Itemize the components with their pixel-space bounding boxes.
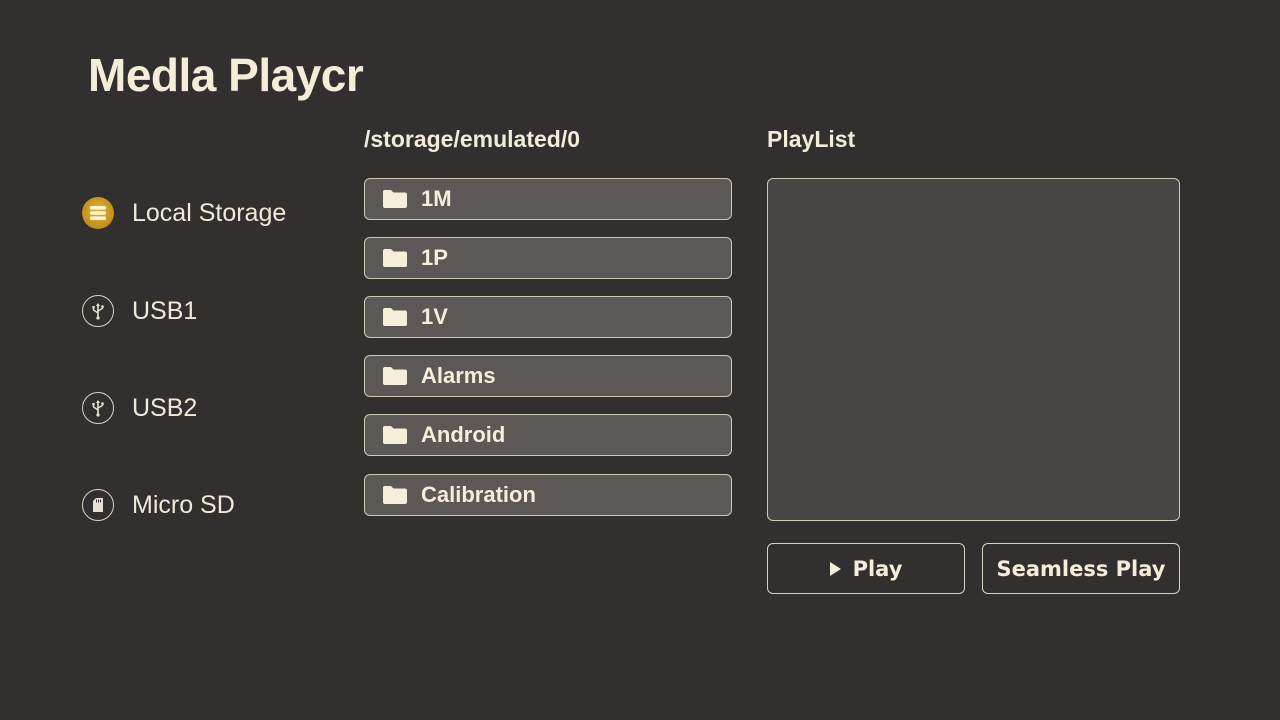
folder-item[interactable]: 1P — [364, 237, 732, 279]
folder-item[interactable]: Android — [364, 414, 732, 456]
play-button-label: Play — [852, 556, 903, 581]
play-icon — [829, 561, 841, 576]
usb-icon — [82, 295, 114, 327]
playlist-box[interactable] — [767, 178, 1180, 521]
sidebar-item-label: Micro SD — [132, 490, 235, 519]
play-button[interactable]: Play — [767, 543, 965, 594]
sidebar-item-usb2[interactable]: USB2 — [82, 388, 322, 428]
sidebar-item-label: USB2 — [132, 393, 198, 422]
sidebar-item-micro-sd[interactable]: Micro SD — [82, 485, 322, 525]
storage-icon — [82, 197, 114, 229]
folder-name: 1V — [421, 304, 448, 329]
folder-icon — [381, 424, 409, 446]
sidebar-item-local-storage[interactable]: Local Storage — [82, 193, 322, 233]
current-path: /storage/emulated/0 — [364, 126, 581, 152]
usb-icon — [82, 392, 114, 424]
seamless-play-button[interactable]: Seamless Play — [982, 543, 1180, 594]
sidebar-item-usb1[interactable]: USB1 — [82, 291, 322, 331]
folder-name: Android — [421, 422, 506, 447]
folder-icon — [381, 365, 409, 387]
folder-icon — [381, 247, 409, 269]
folder-name: 1M — [421, 186, 452, 211]
folder-item[interactable]: 1V — [364, 296, 732, 338]
folder-icon — [381, 188, 409, 210]
media-player-app: Medla Playcr Local Storage USB1 USB2 Mic… — [0, 0, 1280, 720]
folder-name: Calibration — [421, 482, 536, 507]
folder-item[interactable]: 1M — [364, 178, 732, 220]
sidebar-item-label: USB1 — [132, 296, 198, 325]
seamless-play-button-label: Seamless Play — [996, 556, 1166, 581]
folder-item[interactable]: Calibration — [364, 474, 732, 516]
folder-name: Alarms — [421, 363, 496, 388]
app-title: Medla Playcr — [88, 49, 364, 101]
playlist-title: PlayList — [767, 126, 856, 152]
sidebar-item-label: Local Storage — [132, 198, 287, 227]
folder-item[interactable]: Alarms — [364, 355, 732, 397]
folder-icon — [381, 306, 409, 328]
folder-icon — [381, 484, 409, 506]
sd-card-icon — [82, 489, 114, 521]
folder-name: 1P — [421, 245, 448, 270]
